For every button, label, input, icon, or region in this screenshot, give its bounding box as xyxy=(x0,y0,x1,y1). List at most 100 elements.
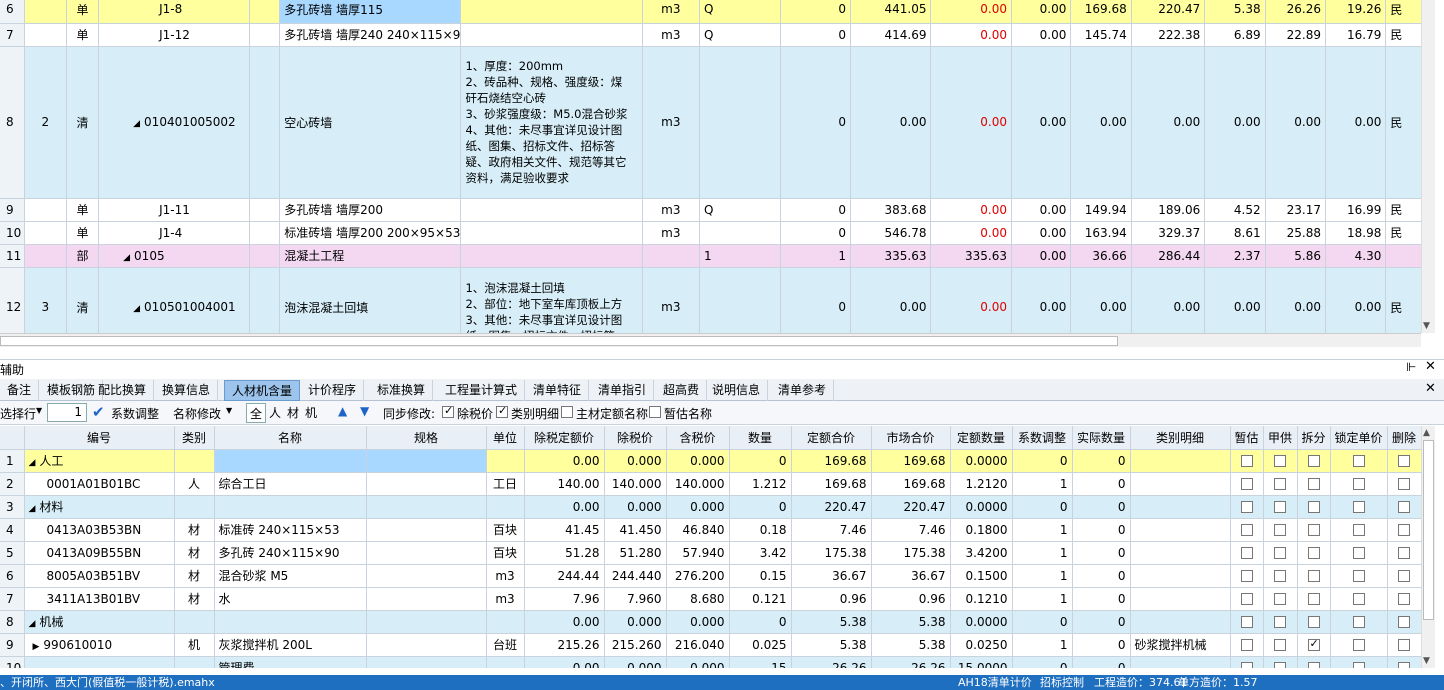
category-cell[interactable]: 材 xyxy=(174,541,215,565)
tax-excl-quota-price-cell[interactable]: 41.45 xyxy=(524,518,605,542)
column-header-7[interactable]: 除税价 xyxy=(604,426,667,450)
filter-3[interactable]: 机 xyxy=(302,403,320,423)
collapse-triangle-icon[interactable]: ◢ xyxy=(123,253,130,263)
column-header-5[interactable]: 单位 xyxy=(486,426,525,450)
item-row[interactable]: 9 单 J1-11 多孔砖墙 墙厚200 m3 Q 0 383.68 0.00 0.00 149.9… xyxy=(0,198,1421,222)
description-cell[interactable]: 1、泡沫混凝土回填 2、部位：地下室车库顶板上方 3、其他：未尽事宜详见设计图 … xyxy=(460,267,643,333)
tax-excl-price-cell[interactable]: 215.260 xyxy=(604,633,667,657)
row-number[interactable]: 7 xyxy=(0,587,25,611)
resource-row[interactable]: 1 ◢ 人工 0.00 0.000 0.000 0 169.68 169.68 0.0000 0 0 xyxy=(0,449,1421,473)
provisional-checkbox[interactable] xyxy=(1240,616,1253,628)
quantity-cell[interactable]: 0.18 xyxy=(729,518,792,542)
tax-excl-quota-price-cell[interactable]: 0.00 xyxy=(524,656,605,668)
seq-cell[interactable] xyxy=(24,0,67,24)
quantity-cell[interactable]: 0.025 xyxy=(729,633,792,657)
unit-cell[interactable]: m3 xyxy=(642,221,700,245)
owner-supplied-checkbox[interactable] xyxy=(1274,662,1286,668)
code-cell[interactable] xyxy=(24,656,175,668)
actual-qty-cell[interactable]: 0 xyxy=(1072,518,1131,542)
name-cell[interactable]: 多孔砖墙 墙厚240 240×115×90 xyxy=(279,23,462,47)
delete-checkbox[interactable] xyxy=(1398,501,1410,513)
row-number[interactable]: 8 xyxy=(0,46,25,199)
qty-expr-cell[interactable] xyxy=(699,267,781,333)
category-cell[interactable] xyxy=(174,610,215,634)
coef-cell[interactable]: 1 xyxy=(1012,518,1073,542)
provisional-checkbox[interactable] xyxy=(1240,501,1253,513)
coef-cell[interactable]: 1 xyxy=(1012,541,1073,565)
category-detail-cell[interactable] xyxy=(1130,656,1231,668)
tax-excl-price-cell[interactable]: 244.440 xyxy=(604,564,667,588)
category-cell[interactable]: 机 xyxy=(174,633,215,657)
category-detail-cell[interactable] xyxy=(1130,610,1231,634)
column-header-19[interactable]: 锁定单价 xyxy=(1330,426,1388,450)
seq-cell[interactable] xyxy=(24,244,67,268)
tab-10[interactable]: 超高费 xyxy=(656,380,708,401)
owner-supplied-checkbox[interactable] xyxy=(1274,593,1286,605)
row-number-input[interactable]: 1 xyxy=(47,403,87,422)
owner-supplied-checkbox[interactable] xyxy=(1274,501,1286,513)
actual-qty-cell[interactable]: 0 xyxy=(1072,633,1131,657)
quantity-cell[interactable]: 3.42 xyxy=(729,541,792,565)
name-modify-button[interactable]: 名称修改 xyxy=(173,405,221,422)
category-detail-cell[interactable] xyxy=(1130,495,1231,519)
scroll-thumb[interactable] xyxy=(0,336,1118,346)
quantity-cell[interactable]: 0 xyxy=(729,610,792,634)
category-detail-cell[interactable]: 砂浆搅拌机械 xyxy=(1130,633,1231,657)
category-cell[interactable]: 人 xyxy=(174,472,215,496)
name-cell[interactable]: 多孔砖 240×115×90 xyxy=(214,541,367,565)
quantity-cell[interactable]: 0 xyxy=(729,495,792,519)
type-cell[interactable]: 单 xyxy=(66,23,100,47)
name-cell[interactable] xyxy=(214,449,367,473)
spec-cell[interactable] xyxy=(366,518,487,542)
lock-price-checkbox[interactable] xyxy=(1352,662,1365,668)
provisional-checkbox[interactable] xyxy=(1240,570,1253,582)
actual-qty-cell[interactable]: 0 xyxy=(1072,610,1131,634)
category-checkbox[interactable] xyxy=(496,404,508,418)
name-cell[interactable]: 泡沫混凝土回填 xyxy=(279,267,462,333)
unit-cell[interactable]: 百块 xyxy=(486,518,525,542)
tax-excl-quota-price-cell[interactable]: 0.00 xyxy=(524,495,605,519)
tax-incl-price-cell[interactable]: 0.000 xyxy=(666,610,730,634)
qty-expr-cell[interactable]: Q xyxy=(699,198,781,222)
code-cell[interactable]: 0413A09B55BN xyxy=(24,541,175,565)
actual-qty-cell[interactable]: 0 xyxy=(1072,449,1131,473)
tab-4[interactable]: 人材机含量 xyxy=(224,380,301,401)
actual-qty-cell[interactable]: 0 xyxy=(1072,495,1131,519)
name-cell[interactable] xyxy=(214,610,367,634)
split-checkbox[interactable] xyxy=(1307,501,1320,513)
spec-cell[interactable] xyxy=(366,541,487,565)
column-header-11[interactable]: 市场合价 xyxy=(871,426,951,450)
quantity-cell[interactable]: 0 xyxy=(729,449,792,473)
item-row[interactable]: 12 3 清 ◢ 010501004001 泡沫混凝土回填 1、泡沫混凝土回填 2、部位：地… xyxy=(0,267,1421,333)
name-cell[interactable]: 多孔砖墙 墙厚115 xyxy=(279,0,462,24)
tax-excl-price-cell[interactable]: 51.280 xyxy=(604,541,667,565)
provisional-checkbox[interactable] xyxy=(649,406,661,418)
code-cell[interactable]: 3411A13B01BV xyxy=(24,587,175,611)
qty-expr-cell[interactable]: Q xyxy=(699,23,781,47)
code-cell[interactable]: 0413A03B53BN xyxy=(24,518,175,542)
resource-row[interactable]: 6 8005A03B51BV 材混合砂浆 M5 m3 244.44 244.440 276.… xyxy=(0,564,1421,588)
description-cell[interactable]: 1、厚度：200mm 2、砖品种、规格、强度级：煤 矸石烧结空心砖 3、砂浆强度… xyxy=(460,46,643,199)
name-cell[interactable]: 标准砖墙 墙厚200 200×95×53 xyxy=(279,221,462,245)
tax-excl-quota-price-cell[interactable]: 0.00 xyxy=(524,610,605,634)
column-header-1[interactable]: 编号 xyxy=(24,426,175,450)
column-header-2[interactable]: 类别 xyxy=(174,426,215,450)
description-cell[interactable] xyxy=(460,198,643,222)
qty-cell[interactable]: 0 xyxy=(780,198,851,222)
row-number[interactable]: 10 xyxy=(0,656,25,668)
resource-row[interactable]: 2 0001A01B01BC 人综合工日 工日 140.00 140.000 140.000… xyxy=(0,472,1421,496)
spec-cell[interactable] xyxy=(366,610,487,634)
provisional-checkbox[interactable] xyxy=(1240,547,1253,559)
code-cell[interactable]: ▶ 990610010 xyxy=(24,633,175,657)
spec-cell[interactable] xyxy=(366,495,487,519)
scroll-down-icon[interactable]: ▼ xyxy=(1423,656,1430,666)
tax-excl-quota-price-cell[interactable]: 7.96 xyxy=(524,587,605,611)
column-header-13[interactable]: 系数调整 xyxy=(1012,426,1073,450)
type-cell[interactable]: 清 xyxy=(66,46,100,199)
tab-3[interactable]: 换算信息 xyxy=(155,380,219,401)
unit-cell[interactable]: 百块 xyxy=(486,541,525,565)
spec-cell[interactable] xyxy=(366,656,487,668)
scroll-down-icon[interactable]: ▼ xyxy=(1423,321,1430,331)
category-detail-cell[interactable] xyxy=(1130,587,1231,611)
close-icon[interactable]: ✕ xyxy=(1425,359,1436,374)
